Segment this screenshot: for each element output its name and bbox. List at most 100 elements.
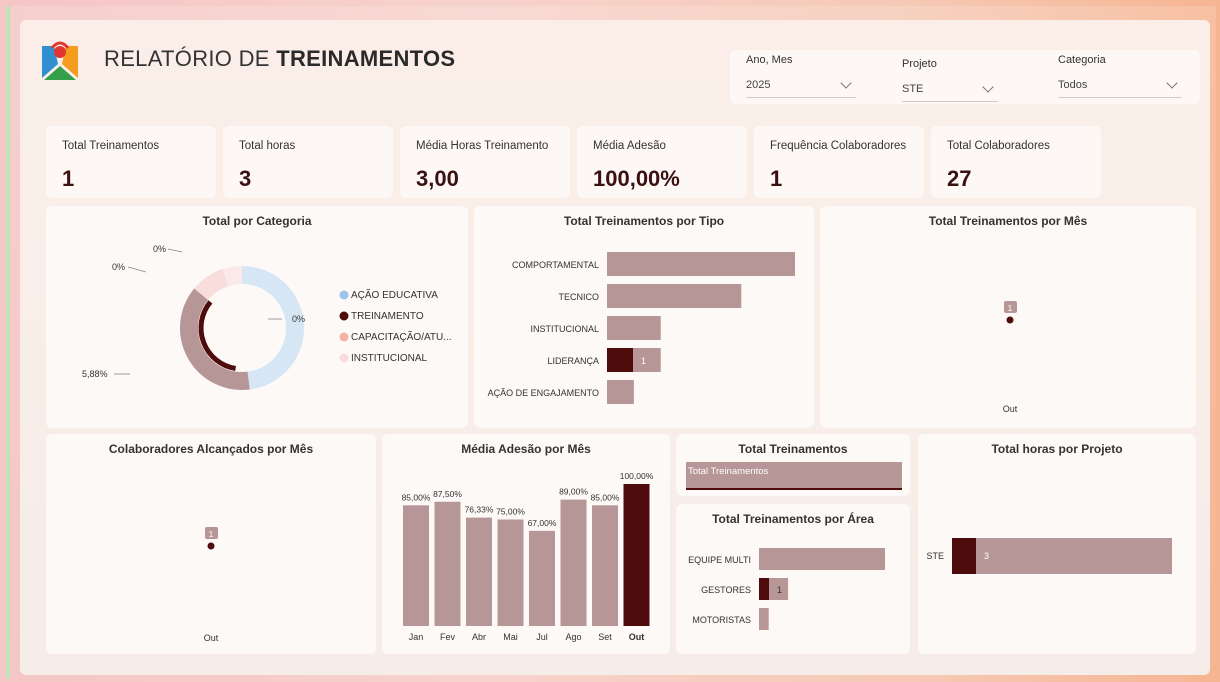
- slice-label: 0%: [292, 314, 305, 324]
- title-prefix: RELATÓRIO DE: [104, 46, 270, 71]
- kpi-card: Média Adesão 100,00%: [577, 126, 747, 198]
- chevron-down-icon[interactable]: [982, 80, 994, 93]
- legend-dot: [339, 311, 349, 321]
- kpi-label: Média Adesão: [593, 140, 666, 152]
- adesao-bar[interactable]: [466, 517, 492, 626]
- tipo-bar-highlight[interactable]: [607, 348, 633, 372]
- x-tick-label: Jul: [536, 632, 548, 642]
- filter-value: 2025: [746, 78, 771, 91]
- data-label: 1: [209, 529, 214, 539]
- x-tick-label: Out: [1003, 404, 1018, 414]
- kpi-card: Total Treinamentos 1: [46, 126, 216, 198]
- filter-label: Ano, Mes: [746, 54, 793, 66]
- donut-slice[interactable]: [241, 266, 304, 390]
- bar-data-label: 76,33%: [465, 505, 494, 515]
- adesao-bar[interactable]: [434, 501, 461, 626]
- tipo-category-label: TECNICO: [559, 292, 600, 302]
- tipo-bar[interactable]: [607, 316, 661, 340]
- adesao-bar[interactable]: [560, 499, 587, 626]
- bar-data-label: 3: [984, 551, 989, 561]
- bar-data-label: 67,00%: [528, 518, 557, 528]
- tipo-bar[interactable]: [607, 284, 742, 308]
- x-tick-label: Jan: [409, 632, 424, 642]
- company-logo: [42, 41, 78, 80]
- legend-dot: [339, 332, 349, 342]
- filter-select[interactable]: 2025: [746, 72, 856, 98]
- area-bar[interactable]: [759, 608, 769, 630]
- x-tick-label: Out: [204, 633, 219, 643]
- data-point[interactable]: [207, 542, 215, 550]
- panel-area: Total Treinamentos por Área EQUIPE MULTI…: [676, 504, 910, 654]
- kpi-label: Frequência Colaboradores: [770, 140, 907, 152]
- filter-label: Categoria: [1058, 54, 1106, 66]
- kpi-card: Total Colaboradores 27: [931, 126, 1101, 198]
- adesao-bar[interactable]: [592, 505, 618, 626]
- adesao-bar[interactable]: [529, 530, 555, 626]
- x-tick-label: Mai: [503, 632, 518, 642]
- legend-label: AÇÃO EDUCATIVA: [351, 288, 438, 301]
- panel-adesao: Média Adesão por Mês 85,00% Jan 87,50% Fev 7…: [382, 434, 670, 654]
- x-tick-label: Fev: [440, 632, 456, 642]
- colab-scatter-chart: 1 Out: [204, 527, 219, 643]
- data-label: 1: [1008, 303, 1013, 313]
- filter-label: Projeto: [902, 58, 937, 70]
- legend-label: INSTITUCIONAL: [351, 353, 428, 364]
- legend-dot: [339, 353, 349, 363]
- tipo-category-label: INSTITUCIONAL: [530, 324, 599, 334]
- slice-label: 0%: [153, 244, 166, 254]
- tipo-bar[interactable]: [607, 252, 795, 276]
- chevron-down-icon[interactable]: [1166, 76, 1178, 89]
- kpi-value: 3: [239, 166, 252, 191]
- adesao-bar[interactable]: [497, 519, 524, 627]
- bar-data-label: 1: [641, 356, 646, 366]
- chevron-down-icon[interactable]: [840, 76, 852, 89]
- kpi-value: 1: [62, 166, 75, 191]
- bar-data-label: 85,00%: [591, 492, 620, 502]
- donut-slice[interactable]: [194, 269, 229, 301]
- tipo-bar-chart: COMPORTAMENTAL TECNICO INSTITUCIONAL 1 LIDER…: [488, 252, 795, 404]
- area-bar-highlight[interactable]: [759, 578, 769, 600]
- panel-tipo: Total Treinamentos por Tipo COMPORTAMENT…: [474, 206, 814, 428]
- bar-data-label: 1: [777, 585, 782, 595]
- kpi-value: 1: [770, 166, 783, 191]
- panel-colaboradores: Colaboradores Alcançados por Mês 1 Out: [46, 434, 376, 654]
- tipo-category-label: LIDERANÇA: [547, 356, 599, 366]
- slice-label: 0%: [112, 262, 125, 272]
- area-category-label: MOTORISTAS: [692, 615, 751, 625]
- filter-value: STE: [902, 82, 924, 95]
- tipo-bar[interactable]: [607, 380, 634, 404]
- panel-categoria: Total por Categoria 0% 5,88% 0% 0% AÇÃO EDU…: [46, 206, 468, 428]
- filter-categoria[interactable]: Categoria Todos: [1058, 54, 1182, 98]
- panel-mes: Total Treinamentos por Mês 1 Out: [820, 206, 1196, 428]
- kpi-value: 3,00: [416, 166, 459, 191]
- mes-scatter-chart: 1 Out: [1003, 301, 1018, 414]
- donut-slice[interactable]: [180, 288, 250, 390]
- bar-data-label: 85,00%: [402, 492, 431, 502]
- filter-select[interactable]: STE: [902, 76, 998, 102]
- adesao-bar[interactable]: [403, 505, 429, 626]
- filter-ano-mes[interactable]: Ano, Mes 2025: [746, 54, 856, 98]
- filter-bar: Ano, Mes 2025 Projeto STE Categoria Todo…: [730, 50, 1200, 104]
- adesao-bar[interactable]: [623, 484, 650, 626]
- title-bold: TREINAMENTOS: [276, 46, 456, 71]
- leader-line: [127, 266, 147, 273]
- kpi-card: Frequência Colaboradores 1: [754, 126, 924, 198]
- total-treinamentos-bar[interactable]: Total Treinamentos: [686, 462, 902, 490]
- bar-label: Total Treinamentos: [688, 466, 769, 477]
- filter-select[interactable]: Todos: [1058, 72, 1182, 98]
- area-bar[interactable]: [759, 548, 885, 570]
- kpi-card: Total horas 3: [223, 126, 393, 198]
- legend-label: CAPACITAÇÃO/ATU...: [351, 330, 452, 343]
- projeto-bar-highlight[interactable]: [952, 538, 976, 574]
- projeto-bar-chart: 3 STE: [926, 538, 1172, 574]
- data-point[interactable]: [1006, 316, 1014, 324]
- donut-slice[interactable]: [222, 266, 243, 287]
- filter-projeto[interactable]: Projeto STE: [902, 58, 998, 102]
- area-category-label: GESTORES: [701, 585, 751, 595]
- panel-projeto: Total horas por Projeto 3 STE: [918, 434, 1196, 654]
- bar-data-label: 100,00%: [620, 471, 654, 481]
- page-title: RELATÓRIO DE TREINAMENTOS: [104, 46, 455, 72]
- legend-label: TREINAMENTO: [351, 311, 424, 322]
- kpi-card: Média Horas Treinamento 3,00: [400, 126, 570, 198]
- legend-dot: [339, 290, 349, 300]
